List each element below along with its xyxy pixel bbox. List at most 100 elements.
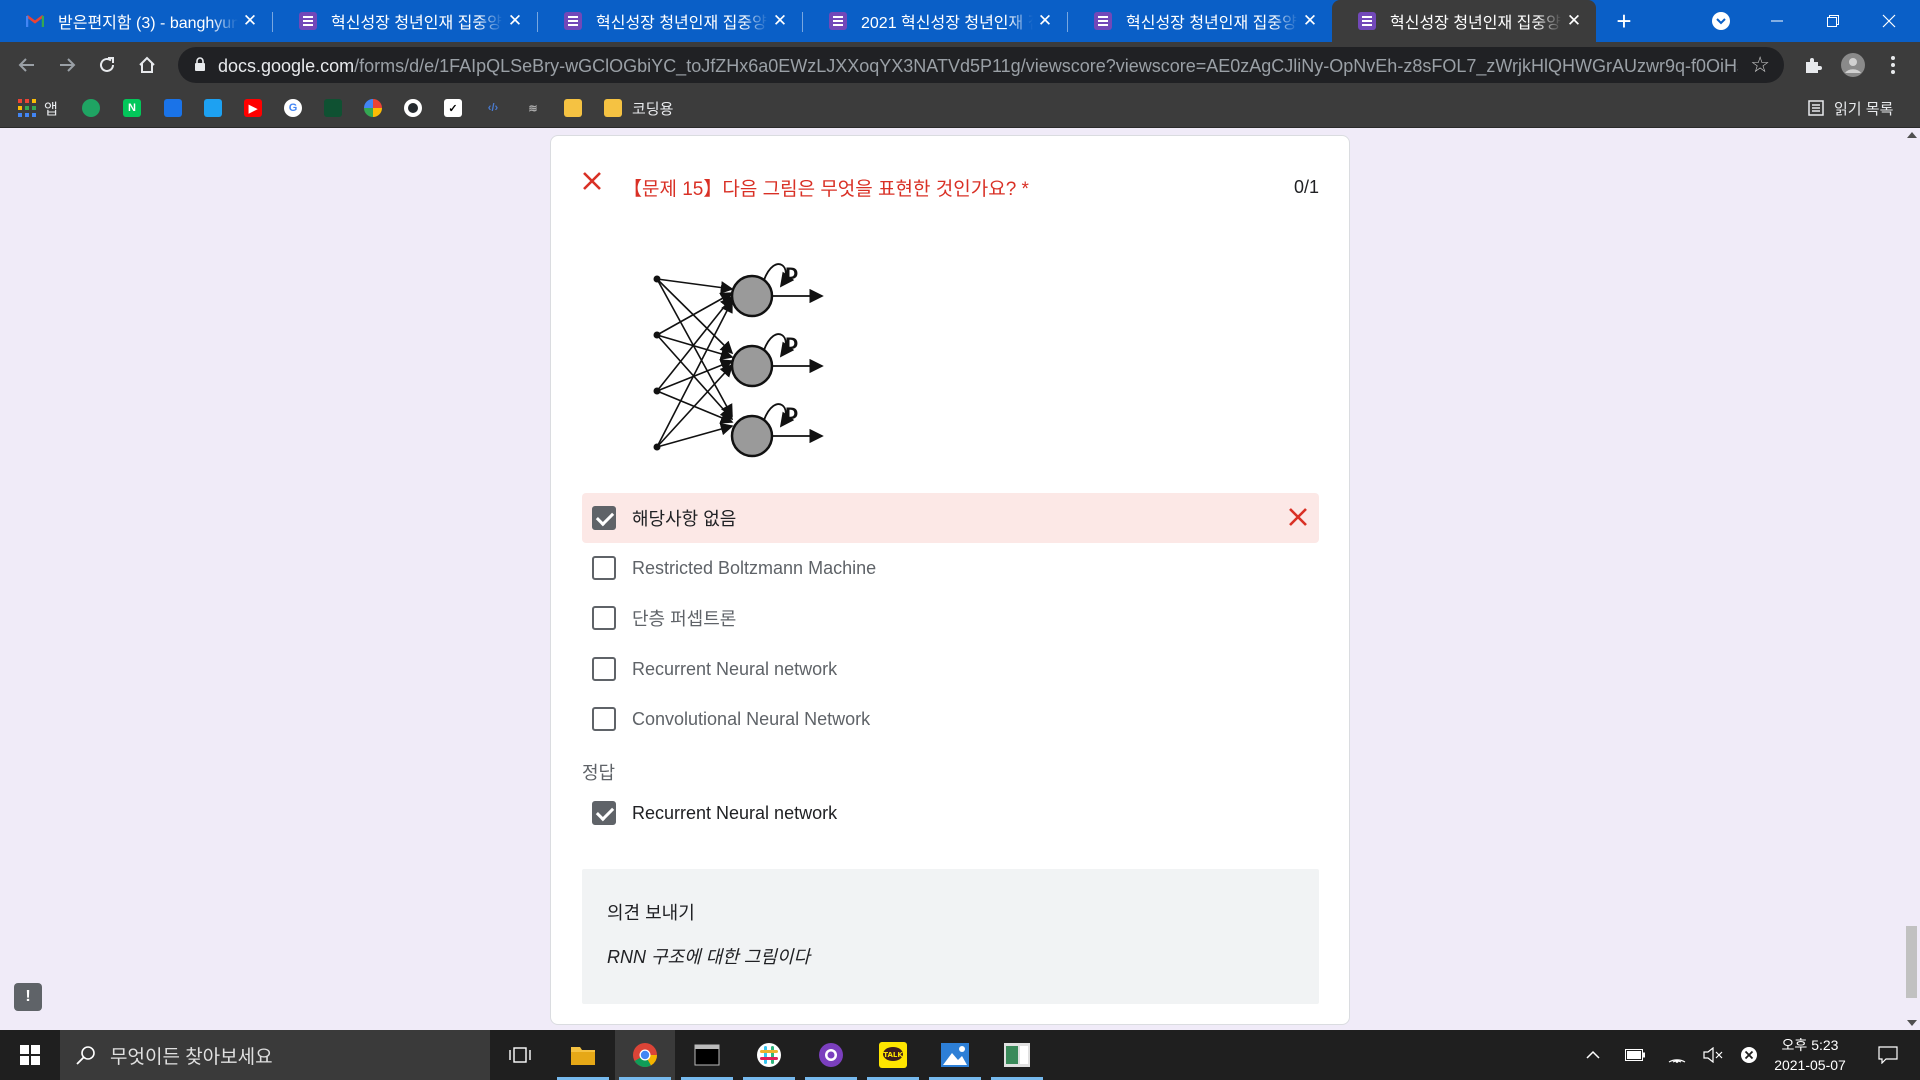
extensions-button[interactable] <box>1798 50 1828 80</box>
tab-close-icon[interactable]: ✕ <box>238 11 262 31</box>
report-problem-button[interactable]: ! <box>14 983 42 1011</box>
battery-button[interactable] <box>1620 1030 1650 1080</box>
bookmark-10[interactable]: ✓ <box>444 98 462 118</box>
home-button[interactable] <box>132 50 162 80</box>
folder-label: 코딩용 <box>632 100 674 118</box>
bookmark-folder-coding[interactable]: 코딩용 <box>604 98 673 118</box>
option-cnn[interactable]: Convolutional Neural Network <box>582 694 1319 744</box>
network-button[interactable] <box>1662 1030 1692 1080</box>
checkbox[interactable] <box>592 707 616 731</box>
tab-forms-active[interactable]: 혁신성장 청년인재 집중양성 ✕ <box>1332 0 1596 42</box>
menu-button[interactable] <box>1878 50 1908 80</box>
bookmark-13[interactable] <box>564 98 582 118</box>
taskbar-terminal[interactable] <box>677 1030 737 1080</box>
bookmark-youtube[interactable]: ▶ <box>244 98 262 118</box>
option-rnn[interactable]: Recurrent Neural network <box>582 644 1319 694</box>
tab-gmail[interactable]: 받은편지함 (3) - banghyun ✕ <box>0 0 272 42</box>
bookmark-3[interactable] <box>164 98 182 118</box>
restore-button[interactable] <box>1805 0 1861 42</box>
checkbox[interactable] <box>592 606 616 630</box>
github-icon <box>404 99 422 117</box>
apps-grid-icon <box>18 99 36 117</box>
rnn-diagram: D D D <box>653 263 824 458</box>
tab-forms-4[interactable]: 혁신성장 청년인재 집중양성 ✕ <box>1068 0 1332 42</box>
profile-avatar[interactable] <box>1838 50 1868 80</box>
volume-button[interactable] <box>1698 1030 1728 1080</box>
tab-forms-3[interactable]: 2021 혁신성장 청년인재 집 ✕ <box>803 0 1067 42</box>
option-none-selected-wrong[interactable]: 해당사항 없음 <box>582 493 1319 543</box>
taskbar-chrome[interactable] <box>615 1030 675 1080</box>
forms-icon <box>564 12 582 30</box>
input-connections <box>656 278 734 448</box>
minimize-icon <box>1771 20 1783 22</box>
windows-logo-icon <box>20 1045 40 1065</box>
tab-forms-1[interactable]: 혁신성장 청년인재 집중양성 ✕ <box>273 0 537 42</box>
bookmarks-bar: 앱 N ▶ G ✓ ‹/› ≋ 코딩용 읽기 목록 <box>0 88 1920 128</box>
bookmark-4[interactable] <box>204 98 222 118</box>
forms-icon <box>299 12 317 30</box>
checkbox[interactable] <box>592 556 616 580</box>
bookmark-star-icon[interactable]: ☆ <box>1750 52 1770 78</box>
tab-close-icon[interactable]: ✕ <box>1298 11 1322 31</box>
option-perceptron[interactable]: 단층 퍼셉트론 <box>582 593 1319 643</box>
bookmark-photos[interactable] <box>364 98 382 118</box>
task-view-button[interactable] <box>490 1030 550 1080</box>
forms-icon <box>829 12 847 30</box>
tab-search-button[interactable] <box>1693 0 1749 42</box>
scrollbar[interactable] <box>1903 128 1920 1030</box>
taskbar-app-window[interactable] <box>987 1030 1047 1080</box>
delay-label: D <box>785 264 798 283</box>
bookmark-google[interactable]: G <box>284 98 302 118</box>
taskbar-photos[interactable] <box>925 1030 985 1080</box>
tab-title: 혁신성장 청년인재 집중양성 <box>1126 15 1298 32</box>
scrollbar-thumb[interactable] <box>1906 926 1917 998</box>
forward-button[interactable] <box>52 50 82 80</box>
reading-list-icon <box>1808 100 1824 116</box>
tab-forms-2[interactable]: 혁신성장 청년인재 집중양성 ✕ <box>538 0 802 42</box>
option-rbm[interactable]: Restricted Boltzmann Machine <box>582 543 1319 593</box>
correct-answer-option: Recurrent Neural network <box>582 788 1319 838</box>
close-window-button[interactable] <box>1861 0 1917 42</box>
site-icon <box>324 99 342 117</box>
wifi-icon <box>1668 1059 1686 1063</box>
svg-text:TALK: TALK <box>883 1051 903 1059</box>
question-score: 0/1 <box>1293 177 1319 197</box>
tab-close-icon[interactable]: ✕ <box>1562 11 1586 31</box>
back-button[interactable] <box>12 50 42 80</box>
bookmark-12[interactable]: ≋ <box>524 98 542 118</box>
start-button[interactable] <box>0 1030 60 1080</box>
bookmark-7[interactable] <box>324 98 342 118</box>
address-bar[interactable]: docs.google.com/forms/d/e/1FAIpQLSeBry-w… <box>178 47 1784 83</box>
new-tab-button[interactable]: + <box>1596 0 1652 42</box>
minimize-button[interactable] <box>1749 0 1805 42</box>
scroll-down-icon[interactable] <box>1907 1020 1917 1026</box>
bookmark-11[interactable]: ‹/› <box>484 98 502 118</box>
forms-icon <box>1358 12 1376 30</box>
reading-list[interactable]: 읽기 목록 <box>1808 98 1893 118</box>
chrome-icon <box>633 1043 657 1068</box>
bookmark-naver[interactable]: N <box>123 98 141 118</box>
checkbox-checked[interactable] <box>592 506 616 530</box>
bookmark-github[interactable] <box>404 98 422 118</box>
taskbar-kakaotalk[interactable]: TALK <box>863 1030 923 1080</box>
reload-button[interactable] <box>92 50 122 80</box>
tab-close-icon[interactable]: ✕ <box>768 11 792 31</box>
correct-answer-label: Recurrent Neural network <box>632 802 838 823</box>
taskbar-search[interactable]: 무엇이든 찾아보세요 <box>60 1030 490 1080</box>
notification-center-button[interactable] <box>1864 1030 1912 1080</box>
checkbox[interactable] <box>592 657 616 681</box>
scroll-up-icon[interactable] <box>1907 132 1917 138</box>
taskbar-github-desktop[interactable] <box>801 1030 861 1080</box>
bookmark-1[interactable] <box>82 98 100 118</box>
tab-close-icon[interactable]: ✕ <box>503 11 527 31</box>
taskbar-file-explorer[interactable] <box>553 1030 613 1080</box>
bird-icon: ✓ <box>444 99 462 117</box>
tray-overflow-button[interactable] <box>1578 1030 1608 1080</box>
tab-close-icon[interactable]: ✕ <box>1033 11 1057 31</box>
apps-bookmark[interactable]: 앱 <box>18 98 58 118</box>
taskbar-slack[interactable] <box>739 1030 799 1080</box>
tab-title: 2021 혁신성장 청년인재 집 <box>861 15 1033 32</box>
taskbar-clock[interactable]: 오후 5:23 2021-05-07 <box>1760 1035 1860 1075</box>
github-desktop-icon <box>819 1043 843 1067</box>
option-label: Restricted Boltzmann Machine <box>632 557 877 578</box>
